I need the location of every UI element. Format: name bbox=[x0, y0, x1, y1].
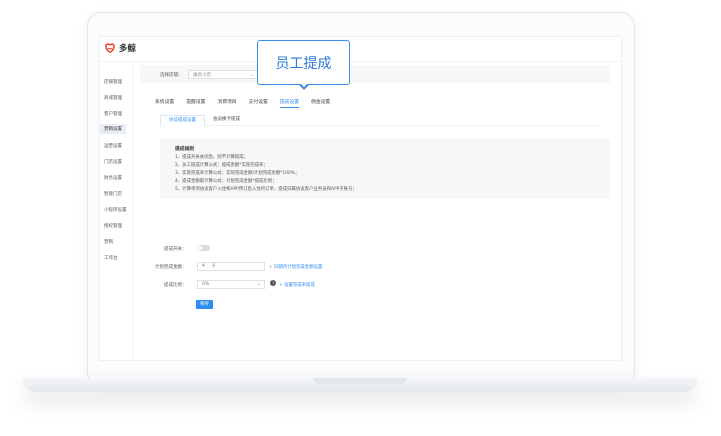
whale-logo-icon bbox=[105, 43, 115, 53]
sidebar-item-authorization[interactable]: 授权管理 bbox=[104, 223, 122, 229]
tab-reminder[interactable]: 提醒设置 bbox=[186, 98, 205, 108]
tab-payment[interactable]: 支付设置 bbox=[249, 98, 268, 108]
store-select[interactable]: 通云小店 ⌄ bbox=[188, 70, 258, 79]
info-icon[interactable]: i bbox=[270, 280, 276, 286]
rules-panel: 提成规则 1、提成开关关闭后，则不计算提成； 2、员工提成计算公式：提成金额*实… bbox=[160, 139, 610, 199]
rule-line: 4、提成金额取计算公式：计划完成金额*提成比例； bbox=[175, 179, 277, 184]
sidebar-item-customer[interactable]: 客户管理 bbox=[104, 111, 122, 117]
plan-amount-input[interactable]: ¥ 0 bbox=[197, 262, 265, 271]
topbar: 多鲸 bbox=[100, 37, 621, 62]
rule-line: 1、提成开关关闭后，则不计算提成； bbox=[175, 155, 249, 160]
sidebar-item-miniprogram[interactable]: 小程序设置 bbox=[104, 207, 127, 213]
tab-consumption[interactable]: 消费项目 bbox=[217, 98, 236, 108]
plan-amount-value: 0 bbox=[212, 264, 216, 269]
sidebar: 店铺管理 商城管理 客户管理 营销设置 运营设置 门店设置 财务设置 智能门店 … bbox=[100, 61, 133, 360]
callout-bubble: 员工提成 bbox=[257, 40, 350, 85]
sidebar-item-workbench[interactable]: 工作台 bbox=[104, 255, 118, 261]
sidebar-item-mall[interactable]: 商城管理 bbox=[104, 95, 122, 101]
sidebar-item-store[interactable]: 店铺管理 bbox=[104, 79, 122, 85]
store-select-value: 通云小店 bbox=[193, 73, 211, 78]
store-label: 选择店铺： bbox=[160, 73, 183, 78]
callout-pointer-inner bbox=[299, 83, 308, 87]
currency-prefix: ¥ bbox=[202, 264, 205, 269]
plan-amount-link[interactable]: + 同期月计划完成金额设置 bbox=[269, 264, 322, 270]
tab-system[interactable]: 系统设置 bbox=[155, 98, 174, 108]
callout-text: 员工提成 bbox=[275, 56, 332, 72]
tab-brokerage[interactable]: 佣金设置 bbox=[311, 98, 330, 108]
sidebar-item-marketing-settings[interactable]: 营销设置 bbox=[100, 124, 126, 134]
sidebar-item-marketing[interactable]: 营销 bbox=[104, 239, 113, 245]
rule-line: 3、实际完成率计算公式：实际完成金额/计划完成金额*100%； bbox=[175, 171, 300, 176]
sidebar-item-smart-store[interactable]: 智能门店 bbox=[104, 191, 122, 197]
laptop-notch bbox=[313, 378, 407, 384]
switch-label: 提成开关： bbox=[164, 247, 187, 252]
commission-toggle[interactable] bbox=[197, 245, 210, 251]
ratio-link[interactable]: + 设置完成率提成 bbox=[279, 282, 315, 288]
logo-text: 多鲸 bbox=[119, 44, 137, 54]
subtab-agreement[interactable]: 协议提成设置 bbox=[160, 115, 205, 127]
chevron-down-icon: ⌄ bbox=[249, 72, 254, 78]
ratio-label: 提成比例： bbox=[164, 283, 187, 288]
ratio-select[interactable]: 0% ⌄ bbox=[197, 280, 265, 289]
sidebar-item-finance[interactable]: 财务设置 bbox=[104, 175, 122, 181]
save-button[interactable]: 保存 bbox=[196, 300, 213, 309]
commission-subtabs: 协议提成设置 会员换卡提成 bbox=[160, 115, 600, 127]
tab-commission[interactable]: 提成设置 bbox=[279, 98, 300, 108]
sidebar-item-operation[interactable]: 运营设置 bbox=[104, 143, 122, 149]
ratio-value: 0% bbox=[202, 282, 210, 287]
app-screen: 多鲸 店铺管理 商城管理 客户管理 营销设置 运营设置 门店设置 财务设置 智能… bbox=[99, 36, 622, 361]
sidebar-item-shop-settings[interactable]: 门店设置 bbox=[104, 159, 122, 165]
store-selector-bar: 选择店铺： 通云小店 ⌄ bbox=[140, 65, 610, 83]
plan-amount-label: 计划完成金额： bbox=[155, 265, 187, 270]
rule-line: 5、计算单项协议客户入住和APP预订后入住的订单，提成归属协议客户业务员和APP… bbox=[175, 187, 357, 192]
app-logo[interactable]: 多鲸 bbox=[104, 42, 136, 54]
settings-tabs: 系统设置 提醒设置 消费项目 支付设置 提成设置 佣金设置 bbox=[155, 98, 330, 108]
subtab-member-card[interactable]: 会员换卡提成 bbox=[205, 115, 248, 125]
rule-line: 2、员工提成计算公式：提成金额*实际完成率； bbox=[175, 163, 268, 168]
rules-title: 提成规则 bbox=[175, 147, 195, 152]
chevron-down-icon: ⌄ bbox=[256, 281, 261, 287]
